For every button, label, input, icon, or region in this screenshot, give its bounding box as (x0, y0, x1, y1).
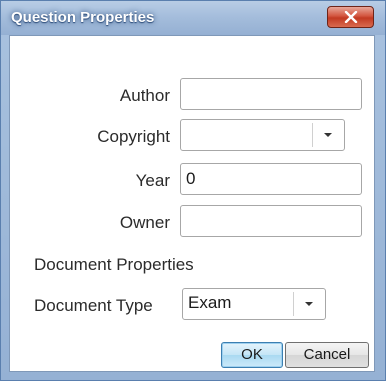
chevron-down-icon[interactable] (305, 302, 313, 306)
owner-label: Owner (119, 213, 170, 232)
ok-button[interactable]: OK (221, 342, 283, 368)
dropdown-separator (312, 123, 313, 147)
cancel-button[interactable]: Cancel (285, 342, 369, 368)
author-label: Author (119, 86, 170, 105)
document-type-value: Exam (188, 293, 232, 312)
close-button[interactable] (327, 6, 374, 28)
owner-field[interactable] (180, 205, 362, 237)
chevron-down-icon[interactable] (324, 133, 332, 137)
year-field[interactable] (180, 163, 362, 195)
author-field[interactable] (180, 78, 362, 110)
dialog-body: Author Copyright Year Owner Document Pro… (9, 35, 375, 372)
title-bar[interactable]: Question Properties (1, 1, 385, 35)
copyright-label: Copyright (97, 127, 170, 146)
document-type-dropdown[interactable]: Exam (182, 288, 326, 320)
dialog-title: Question Properties (11, 9, 155, 26)
question-properties-dialog: Question Properties Author Copyright Yea… (0, 0, 386, 381)
document-type-label: Document Type (34, 296, 153, 315)
copyright-dropdown[interactable] (180, 119, 345, 151)
dropdown-separator (293, 292, 294, 316)
year-label: Year (135, 171, 170, 190)
document-properties-heading: Document Properties (34, 255, 194, 274)
close-x-icon (344, 11, 358, 23)
